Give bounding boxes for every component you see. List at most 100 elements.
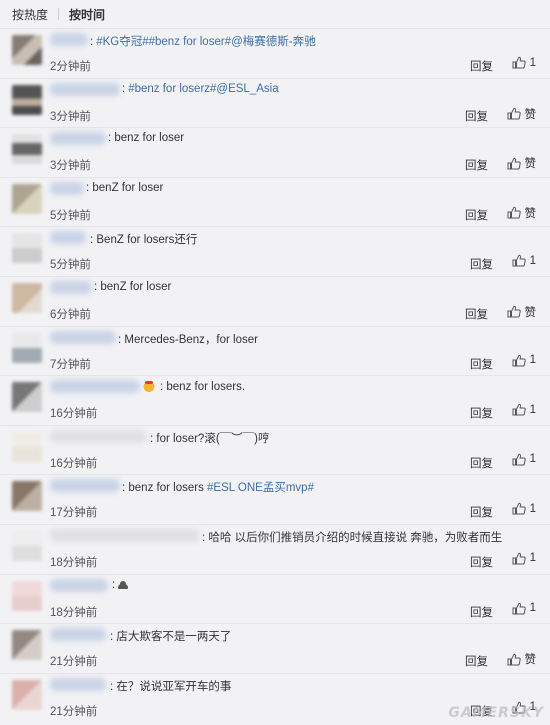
like-button[interactable]: 赞: [507, 651, 536, 667]
comment-time: 17分钟前: [50, 507, 98, 520]
comment-item: : 哈哈 以后你们推销员介绍的时候直接说 奔驰，为败者而生 18分钟前 回复 1: [0, 524, 550, 575]
comment-body: Mercedes-Benz，for loser: [124, 333, 258, 346]
like-button[interactable]: 赞: [507, 155, 536, 171]
avatar[interactable]: [12, 481, 42, 512]
avatar[interactable]: [12, 332, 42, 363]
like-button[interactable]: 1: [512, 403, 536, 416]
avatar[interactable]: [12, 431, 42, 462]
reply-button[interactable]: 回复: [470, 405, 493, 421]
reply-button[interactable]: 回复: [465, 157, 488, 173]
like-label: 赞: [524, 207, 537, 220]
avatar[interactable]: [12, 233, 42, 264]
username-blurred[interactable]: [50, 132, 106, 146]
sort-by-hot-tab[interactable]: 按热度: [12, 6, 48, 23]
reply-button[interactable]: 回复: [465, 653, 488, 669]
comment-item: : benz for losers. 16分钟前 回复 1: [0, 376, 550, 426]
comment-body: benZ for loser: [100, 280, 172, 293]
sort-divider: [58, 8, 60, 20]
comment-time: 2分钟前: [50, 61, 91, 73]
sort-by-time-tab[interactable]: 按时间: [69, 6, 105, 23]
comment-text: : BenZ for losers还行: [90, 234, 198, 247]
like-button[interactable]: 1: [512, 354, 536, 367]
username-blurred[interactable]: [50, 429, 146, 443]
comment-body: 店大欺客不是一两天了: [116, 631, 232, 644]
like-button[interactable]: 赞: [507, 304, 537, 320]
hashtag-link[interactable]: #ESL ONE孟买mvp#: [207, 482, 314, 494]
reply-button[interactable]: 回复: [470, 604, 493, 620]
comment-time: 18分钟前: [50, 556, 98, 569]
comment-item: : benz for loser 3分钟前 回复 赞: [0, 128, 550, 178]
sort-bar: 按热度 按时间: [0, 0, 550, 29]
like-count: 1: [529, 403, 536, 416]
avatar[interactable]: [12, 35, 42, 65]
reply-button[interactable]: 回复: [465, 306, 488, 322]
like-button[interactable]: 赞: [507, 205, 537, 221]
comment-text: : Mercedes-Benz，for loser: [118, 333, 258, 346]
username-blurred[interactable]: [50, 528, 200, 542]
like-button[interactable]: 1: [512, 552, 536, 565]
avatar[interactable]: [12, 382, 42, 413]
username-blurred[interactable]: [50, 33, 88, 46]
comment-item: : 18分钟前 回复 1: [0, 574, 550, 625]
username-blurred[interactable]: [50, 677, 106, 691]
username-blurred[interactable]: [50, 280, 92, 294]
like-label: 赞: [524, 306, 537, 319]
comment-body: benZ for loser: [92, 181, 164, 194]
comment-time: 5分钟前: [50, 259, 91, 272]
reply-button[interactable]: 回复: [470, 554, 493, 570]
reply-button[interactable]: 回复: [465, 207, 488, 223]
comment-item: : benZ for loser 5分钟前 回复 赞: [0, 177, 550, 228]
comment-text: : 店大欺客不是一两天了: [110, 631, 232, 644]
hashtag-link[interactable]: #benz for loserz#@ESL_Asia: [128, 83, 278, 95]
site-watermark: GAMERSKY: [448, 705, 544, 721]
thumbs-up-icon: [507, 305, 521, 318]
avatar[interactable]: [12, 679, 42, 710]
like-label: 赞: [524, 108, 537, 121]
comment-text: : benz for losers #ESL ONE孟买mvp#: [122, 482, 314, 495]
comment-list: : #KG夺冠##benz for loser#@梅赛德斯-奔驰 2分钟前 回复 …: [0, 29, 550, 724]
thumbs-up-icon: [512, 254, 526, 267]
reply-button[interactable]: 回复: [470, 455, 493, 471]
like-button[interactable]: 1: [512, 254, 536, 267]
username-blurred[interactable]: [50, 380, 140, 394]
like-button[interactable]: 1: [512, 502, 536, 515]
avatar[interactable]: [12, 134, 42, 165]
reply-button[interactable]: 回复: [465, 108, 488, 124]
comment-time: 5分钟前: [50, 209, 91, 222]
hashtag-link[interactable]: #KG夺冠##benz for loser#@梅赛德斯-奔驰: [96, 36, 315, 48]
username-blurred[interactable]: [50, 330, 116, 344]
comment-body: 在？说说亚军开车的事: [116, 680, 232, 693]
username-blurred[interactable]: [50, 82, 120, 96]
avatar[interactable]: [12, 282, 42, 313]
comment-text: : for loser?滚(￣︶￣)哼: [150, 432, 270, 445]
reply-button[interactable]: 回复: [470, 256, 493, 272]
avatar[interactable]: [12, 580, 42, 611]
avatar[interactable]: [12, 183, 42, 214]
username-blurred[interactable]: [50, 479, 120, 493]
like-button[interactable]: 赞: [507, 106, 537, 122]
comment-text: : 哈哈 以后你们推销员介绍的时候直接说 奔驰，为败者而生: [202, 531, 503, 544]
comment-time: 18分钟前: [50, 606, 98, 619]
avatar[interactable]: [12, 84, 42, 115]
like-count: 1: [529, 254, 536, 267]
username-blurred[interactable]: [50, 628, 106, 642]
comment-body: 哈哈 以后你们推销员介绍的时候直接说 奔驰，为败者而生: [208, 531, 503, 544]
reply-button[interactable]: 回复: [470, 356, 493, 372]
reply-button[interactable]: 回复: [470, 504, 493, 520]
like-count: 1: [529, 56, 536, 69]
like-button[interactable]: 1: [512, 453, 536, 466]
comment-item: : #benz for loserz#@ESL_Asia 3分钟前 回复 赞: [0, 78, 550, 129]
like-button[interactable]: 1: [512, 56, 536, 69]
username-blurred[interactable]: [50, 578, 108, 592]
avatar[interactable]: [12, 530, 42, 561]
username-blurred[interactable]: [50, 231, 86, 245]
avatar[interactable]: [12, 630, 42, 661]
username-blurred[interactable]: [50, 181, 84, 195]
thumbs-up-icon: [512, 552, 526, 565]
comment-time: 7分钟前: [50, 358, 91, 371]
like-button[interactable]: 1: [512, 602, 536, 615]
reply-button[interactable]: 回复: [470, 58, 493, 74]
comment-body: benz for losers: [128, 482, 204, 495]
thumbs-up-icon: [507, 206, 521, 219]
thumbs-up-icon: [512, 453, 526, 466]
